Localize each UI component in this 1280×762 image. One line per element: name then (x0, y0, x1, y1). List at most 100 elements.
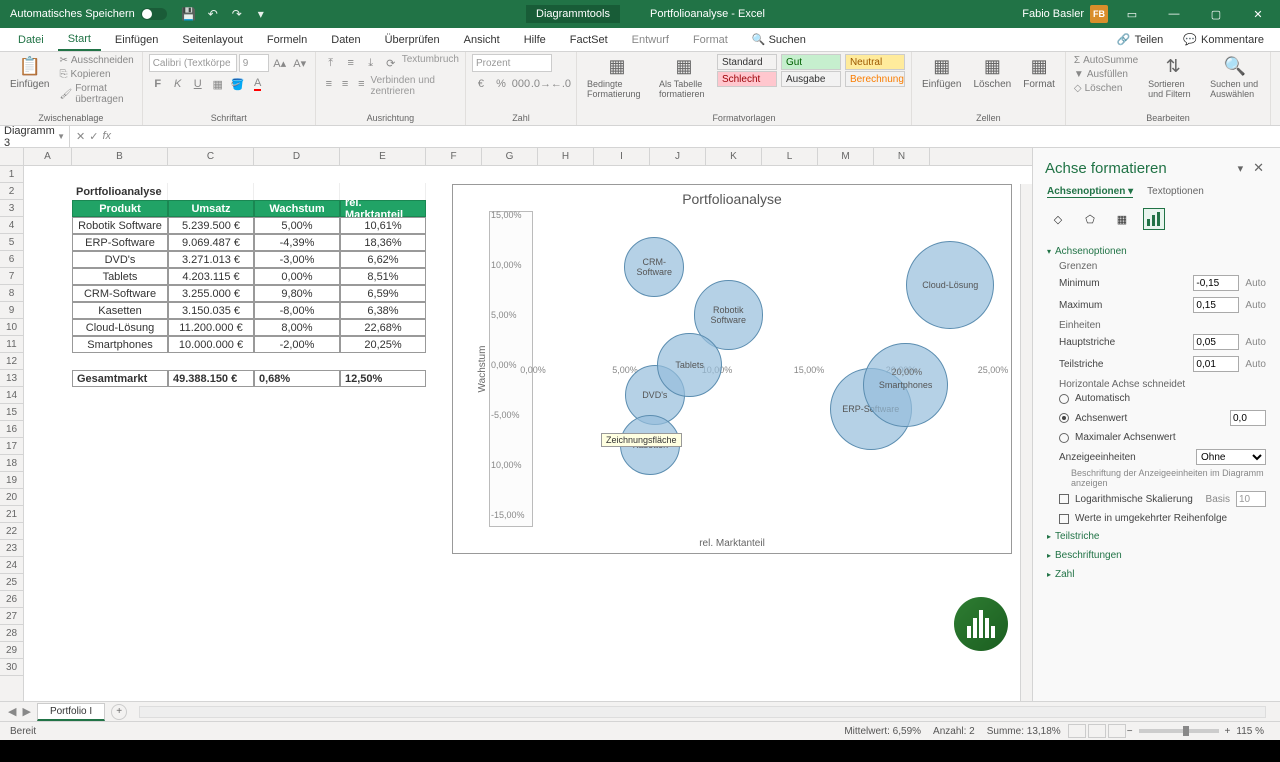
basis-input[interactable] (1236, 491, 1266, 507)
sheet-tab[interactable]: Portfolio I (37, 703, 105, 721)
cell[interactable]: 8,51% (340, 268, 426, 285)
cell[interactable]: 8,00% (254, 319, 340, 336)
ribbon-options-icon[interactable]: ▭ (1114, 0, 1150, 28)
radio-axisvalue[interactable] (1059, 413, 1069, 423)
sort-filter-button[interactable]: ⇅Sortieren und Filtern (1144, 54, 1202, 101)
find-select-button[interactable]: 🔍Suchen und Auswählen (1206, 54, 1264, 101)
view-normal-icon[interactable] (1068, 724, 1086, 738)
add-sheet-button[interactable]: + (111, 704, 127, 720)
cells-grid[interactable]: Portfolioanalyse Wachstum rel. Marktante… (24, 166, 1032, 701)
section-axis-options[interactable]: ▾Achsenoptionen (1047, 242, 1266, 261)
share-button[interactable]: 🔗 Teilen (1109, 31, 1171, 48)
bubble-smartphones[interactable]: Smartphones (863, 343, 948, 428)
pane-close-button[interactable]: ✕ (1249, 158, 1268, 178)
align-bottom-icon[interactable]: ⤓ (362, 54, 380, 72)
align-right-icon[interactable]: ≡ (354, 75, 368, 93)
cell[interactable]: rel. Marktanteil (340, 200, 426, 217)
col-header[interactable]: F (426, 148, 482, 165)
dispunits-select[interactable]: Ohne (1196, 449, 1266, 465)
underline-button[interactable]: U (189, 75, 207, 93)
align-center-icon[interactable]: ≡ (338, 75, 352, 93)
cell[interactable]: 11.200.000 € (168, 319, 254, 336)
row-header[interactable]: 29 (0, 642, 23, 659)
cell[interactable]: -2,00% (254, 336, 340, 353)
tab-design[interactable]: Entwurf (622, 30, 679, 50)
radio-maxaxis[interactable] (1059, 433, 1069, 443)
search-box[interactable]: 🔍 Suchen (742, 29, 816, 50)
pane-tab-text-options[interactable]: Textoptionen (1147, 186, 1204, 198)
cell[interactable]: ERP-Software (72, 234, 168, 251)
bubble-tablets[interactable]: Tablets (657, 333, 722, 398)
currency-icon[interactable]: € (472, 75, 490, 93)
cell[interactable]: Umsatz (168, 200, 254, 217)
row-header[interactable]: 2 (0, 183, 23, 200)
row-header[interactable]: 26 (0, 591, 23, 608)
autosave-toggle[interactable]: Automatisches Speichern (4, 8, 173, 20)
cell[interactable]: Gesamtmarkt (72, 370, 168, 387)
row-header[interactable]: 11 (0, 336, 23, 353)
radio-automatic[interactable] (1059, 394, 1069, 404)
effects-icon[interactable]: ⬠ (1079, 208, 1101, 230)
clear-button[interactable]: ◇ Löschen (1072, 82, 1140, 95)
format-cells-button[interactable]: ▦Format (1019, 54, 1059, 92)
grow-font-icon[interactable]: A▴ (271, 54, 289, 72)
row-header[interactable]: 30 (0, 659, 23, 676)
row-header[interactable]: 21 (0, 506, 23, 523)
fx-icon[interactable]: fx (102, 130, 111, 143)
vertical-scrollbar[interactable] (1020, 184, 1032, 701)
align-left-icon[interactable]: ≡ (322, 75, 336, 93)
row-header[interactable]: 5 (0, 234, 23, 251)
cell[interactable]: Wachstum (254, 200, 340, 217)
major-input[interactable] (1193, 334, 1239, 350)
tab-data[interactable]: Daten (321, 30, 370, 50)
italic-button[interactable]: K (169, 75, 187, 93)
col-header[interactable]: C (168, 148, 254, 165)
cell[interactable]: -8,00% (254, 302, 340, 319)
col-header[interactable]: N (874, 148, 930, 165)
inc-decimal-icon[interactable]: .0→ (532, 75, 550, 93)
cell[interactable]: 3.255.000 € (168, 285, 254, 302)
cell[interactable]: 6,38% (340, 302, 426, 319)
pane-tab-axis-options[interactable]: Achsenoptionen ▾ (1047, 186, 1133, 198)
row-header[interactable]: 14 (0, 387, 23, 404)
cell[interactable]: 9.069.487 € (168, 234, 254, 251)
cell[interactable]: 9,80% (254, 285, 340, 302)
style-neutral[interactable]: Neutral (845, 54, 905, 70)
col-header[interactable]: A (24, 148, 72, 165)
close-icon[interactable]: ✕ (1240, 0, 1276, 28)
percent-icon[interactable]: % (492, 75, 510, 93)
copy-button[interactable]: ⎘Kopieren (57, 68, 135, 81)
tab-pagelayout[interactable]: Seitenlayout (172, 30, 253, 50)
row-header[interactable]: 16 (0, 421, 23, 438)
pane-options-icon[interactable]: ▾ (1232, 162, 1250, 175)
as-table-button[interactable]: ▦Als Tabelle formatieren (655, 54, 713, 101)
row-header[interactable]: 20 (0, 489, 23, 506)
qat-more-icon[interactable]: ▾ (253, 6, 269, 22)
col-header[interactable]: B (72, 148, 168, 165)
bold-button[interactable]: F (149, 75, 167, 93)
font-color-button[interactable]: A (249, 75, 267, 93)
view-pagebreak-icon[interactable] (1108, 724, 1126, 738)
cell[interactable]: 6,62% (340, 251, 426, 268)
row-header[interactable]: 7 (0, 268, 23, 285)
tab-view[interactable]: Ansicht (454, 30, 510, 50)
cell[interactable]: 20,25% (340, 336, 426, 353)
cut-button[interactable]: ✂Ausschneiden (57, 54, 135, 67)
auto-button[interactable]: Auto (1245, 300, 1266, 311)
auto-button[interactable]: Auto (1245, 359, 1266, 370)
minor-input[interactable] (1193, 356, 1239, 372)
axis-options-icon[interactable] (1143, 208, 1165, 230)
fill-color-button[interactable]: 🪣 (229, 75, 247, 93)
save-icon[interactable]: 💾 (181, 6, 197, 22)
cell[interactable]: Smartphones (72, 336, 168, 353)
col-header[interactable]: J (650, 148, 706, 165)
wrap-text-button[interactable]: Textumbruch (402, 54, 459, 72)
merge-center-button[interactable]: Verbinden und zentrieren (370, 75, 458, 97)
cell[interactable]: 3.271.013 € (168, 251, 254, 268)
cell[interactable]: -3,00% (254, 251, 340, 268)
style-schlecht[interactable]: Schlecht (717, 71, 777, 87)
row-header[interactable]: 4 (0, 217, 23, 234)
auto-button[interactable]: Auto (1245, 337, 1266, 348)
min-input[interactable] (1193, 275, 1239, 291)
tab-help[interactable]: Hilfe (514, 30, 556, 50)
